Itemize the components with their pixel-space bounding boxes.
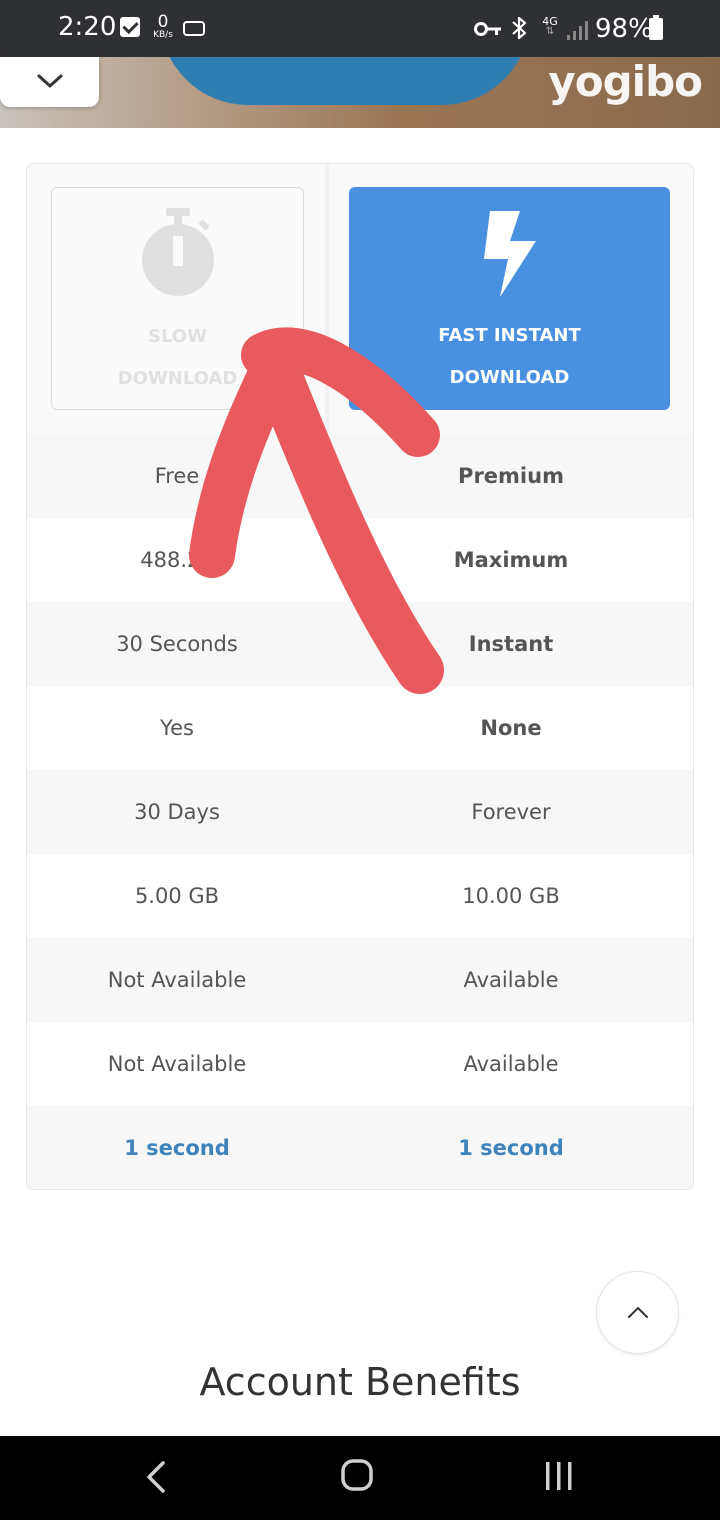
system-navigation-bar — [0, 1436, 720, 1520]
table-row: 30 Days Forever — [27, 770, 693, 854]
download-comparison-table: SLOW DOWNLOAD FAST INSTANT DOWNLOAD Free… — [26, 163, 694, 1190]
bluetooth-icon — [512, 16, 527, 40]
table-row: 30 Seconds Instant — [27, 602, 693, 686]
battery-percentage: 98% — [595, 14, 653, 44]
status-time: 2:20 — [58, 12, 117, 42]
premium-plan-cell: Forever — [471, 800, 551, 824]
chevron-up-icon — [628, 1307, 648, 1318]
table-row: Not Available Available — [27, 1022, 693, 1106]
table-row: 5.00 GB 10.00 GB — [27, 854, 693, 938]
fast-instant-download-button[interactable]: FAST INSTANT DOWNLOAD — [349, 187, 670, 410]
battery-icon — [649, 15, 663, 40]
premium-plan-cell: None — [480, 716, 542, 740]
card-notification-icon — [183, 21, 205, 36]
recent-apps-icon[interactable] — [543, 1460, 575, 1492]
network-speed-unit: KB/s — [153, 30, 173, 40]
premium-plan-cell: 1 second — [458, 1136, 564, 1160]
free-plan-cell: Free — [154, 464, 200, 488]
network-type-indicator: 4G ⇅ — [541, 16, 559, 37]
premium-plan-cell: Maximum — [453, 548, 569, 572]
network-speed-indicator: 0 KB/s — [148, 14, 178, 40]
back-to-top-button[interactable] — [596, 1271, 679, 1354]
table-row: Not Available Available — [27, 938, 693, 1022]
free-plan-cell: 5.00 GB — [134, 884, 220, 908]
section-title: Account Benefits — [199, 1360, 521, 1404]
free-plan-cell: 30 Seconds — [116, 632, 238, 656]
fast-download-line1: FAST INSTANT — [438, 325, 581, 346]
free-plan-cell: 488.28 — [140, 548, 214, 572]
collapse-banner-button[interactable] — [0, 57, 99, 107]
premium-plan-cell: Instant — [468, 632, 554, 656]
table-row: Yes None — [27, 686, 693, 770]
status-bar: 2:20 0 KB/s 4G ⇅ 98% — [0, 0, 720, 57]
stopwatch-icon — [141, 208, 214, 296]
table-row: Free Premium — [27, 434, 693, 518]
back-icon[interactable] — [143, 1460, 169, 1494]
premium-plan-cell: Premium — [458, 464, 564, 488]
fast-download-label: FAST INSTANT DOWNLOAD — [349, 315, 670, 399]
vpn-key-icon — [474, 22, 501, 36]
premium-plan-cell: 10.00 GB — [462, 884, 560, 908]
free-plan-cell: Not Available — [107, 968, 247, 992]
free-plan-cell: Yes — [160, 716, 194, 740]
free-plan-cell: Not Available — [107, 1052, 247, 1076]
banner-logo: yogibo — [548, 57, 703, 106]
slow-download-button[interactable]: SLOW DOWNLOAD — [51, 187, 304, 410]
table-row: 1 second 1 second — [27, 1106, 693, 1189]
slow-download-line2: DOWNLOAD — [117, 368, 238, 389]
premium-plan-cell: Available — [463, 968, 559, 992]
banner-product-image — [160, 57, 530, 105]
free-plan-cell: 30 Days — [134, 800, 220, 824]
table-row: 488.28 Maximum — [27, 518, 693, 602]
signal-strength-icon — [567, 21, 588, 40]
network-speed-value: 0 — [157, 12, 169, 32]
data-activity-icon: ⇅ — [545, 26, 555, 37]
premium-plan-cell: Available — [463, 1052, 559, 1076]
slow-download-line1: SLOW — [148, 326, 207, 347]
slow-download-label: SLOW DOWNLOAD — [52, 316, 303, 400]
ad-banner[interactable]: yogibo — [0, 57, 720, 128]
lightning-icon — [483, 211, 536, 297]
fast-download-line2: DOWNLOAD — [449, 367, 570, 388]
home-icon[interactable] — [340, 1458, 374, 1492]
checkbox-notification-icon — [120, 17, 140, 37]
free-plan-cell: 1 second — [124, 1136, 230, 1160]
chevron-down-icon — [37, 74, 63, 88]
